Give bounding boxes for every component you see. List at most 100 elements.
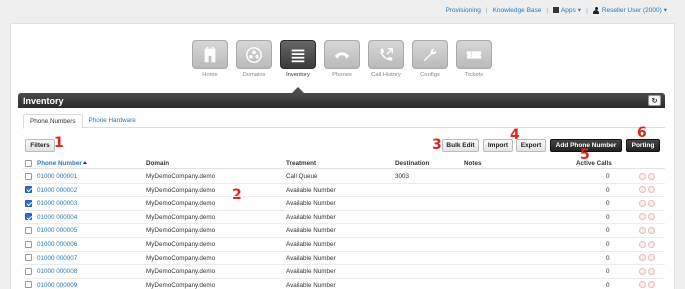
table-row[interactable]: 01000 000009 MyDemoCompany.demo Available … [23,279,665,289]
module-tiles: Home Domains Inventory Phones Call Histo… [192,40,492,78]
column-treatment[interactable]: Treatment [286,160,316,167]
annotation-3: 3 [432,137,442,153]
delete-icon[interactable] [648,240,655,248]
table-row[interactable]: 01000 000001 MyDemoCompany.demo Call Queue… [23,170,665,184]
tile-label: Tickets [464,72,484,78]
annotation-1: 1 [54,135,64,151]
apps-grid-icon [553,7,559,13]
table-row[interactable]: 01000 000007 MyDemoCompany.demo Available … [23,252,665,266]
table-row[interactable]: 01000 000004 MyDemoCompany.demo Available … [23,211,665,225]
column-notes[interactable]: Notes [464,160,482,167]
delete-icon[interactable] [648,267,655,275]
active-calls-cell: 0 [606,268,610,276]
phone-number-link[interactable]: 01000 000008 [37,268,77,275]
domain-cell: MyDemoCompany.demo [146,186,216,194]
row-checkbox[interactable] [25,254,32,262]
phone-icon [334,51,350,59]
phone-number-link[interactable]: 01000 000009 [37,282,77,289]
row-checkbox[interactable] [25,226,32,234]
row-actions [639,172,655,180]
import-button[interactable]: Import [483,139,513,152]
phone-number-link[interactable]: 01000 000002 [37,187,77,194]
active-calls-cell: 0 [606,173,610,180]
domain-cell: MyDemoCompany.demo [146,173,216,180]
phone-number-link[interactable]: 01000 000007 [37,255,77,262]
provisioning-link[interactable]: Provisioning [445,7,480,14]
phone-number-link[interactable]: 01000 000004 [37,214,77,221]
table-row[interactable]: 01000 000008 MyDemoCompany.demo Available … [23,265,665,279]
active-calls-cell: 0 [606,281,610,289]
domains-icon [246,46,262,63]
delete-icon[interactable] [648,254,655,262]
tile-call-history[interactable]: Call History [368,40,404,78]
domain-cell: MyDemoCompany.demo [146,254,216,262]
row-checkbox[interactable] [25,172,32,180]
row-checkbox[interactable] [25,281,32,289]
edit-icon[interactable] [639,226,646,234]
tile-tickets[interactable]: Tickets [456,40,492,78]
tab-phone-numbers[interactable]: Phone Numbers [23,114,83,129]
delete-icon[interactable] [648,213,655,221]
edit-icon[interactable] [639,213,646,221]
phone-number-link[interactable]: 01000 000005 [37,227,77,234]
tile-inventory[interactable]: Inventory [280,40,316,78]
knowledge-base-link[interactable]: Knowledge Base [493,7,542,14]
chevron-down-icon: ▾ [663,7,667,14]
user-icon [593,6,600,14]
refresh-button[interactable]: ↻ [648,95,661,106]
table-row[interactable]: 01000 000006 MyDemoCompany.demo Available … [23,238,665,252]
edit-icon[interactable] [639,267,646,275]
edit-icon[interactable] [639,199,646,207]
home-icon [204,46,216,62]
tile-phones[interactable]: Phones [324,40,360,78]
row-checkbox[interactable] [25,213,32,221]
delete-icon[interactable] [648,281,655,289]
row-checkbox[interactable] [25,199,32,207]
delete-icon[interactable] [648,172,655,180]
edit-icon[interactable] [639,254,646,262]
table-header: Phone Number Domain Treatment Destinatio… [23,157,665,169]
select-all-checkbox[interactable] [25,159,32,167]
column-phone-number[interactable]: Phone Number [37,160,87,167]
table-row[interactable]: 01000 000002 MyDemoCompany.demo Available … [23,184,665,198]
table-row[interactable]: 01000 000005 MyDemoCompany.demo Available … [23,224,665,238]
column-destination[interactable]: Destination [395,160,429,167]
row-actions [639,199,655,207]
tile-label: Inventory [286,72,310,78]
row-checkbox[interactable] [25,267,32,275]
nav-separator: | [485,6,488,14]
bulk-edit-button[interactable]: Bulk Edit [442,139,479,152]
table-row[interactable]: 01000 000003 MyDemoCompany.demo Available … [23,197,665,211]
user-menu[interactable]: Reseller User (2000) ▾ [593,6,667,14]
annotation-4: 4 [510,127,520,143]
tile-label: Phones [332,72,352,78]
row-actions [639,281,655,289]
export-button[interactable]: Export [516,139,546,152]
column-domain[interactable]: Domain [146,160,169,167]
phone-number-link[interactable]: 01000 000006 [37,241,77,248]
tab-phone-hardware[interactable]: Phone Hardware [83,114,142,127]
row-checkbox[interactable] [25,186,32,194]
edit-icon[interactable] [639,172,646,180]
edit-icon[interactable] [639,240,646,248]
edit-icon[interactable] [639,186,646,194]
edit-icon[interactable] [639,281,646,289]
tile-domains[interactable]: Domains [236,40,272,78]
row-checkbox[interactable] [25,240,32,248]
phone-number-link[interactable]: 01000 000001 [37,173,77,180]
column-active-calls[interactable]: Active Calls [576,160,612,167]
section-header: Inventory ↻ [18,93,665,108]
domain-cell: MyDemoCompany.demo [146,227,216,235]
tile-home[interactable]: Home [192,40,228,78]
delete-icon[interactable] [648,226,655,234]
delete-icon[interactable] [648,199,655,207]
filters-button[interactable]: Filters [25,139,55,152]
treatment-cell: Available Number [286,281,336,289]
tile-configs[interactable]: Configs [412,40,448,78]
treatment-cell: Available Number [286,227,336,235]
apps-menu[interactable]: Apps ▾ [553,6,581,14]
refresh-icon: ↻ [651,97,658,105]
delete-icon[interactable] [648,186,655,194]
phone-number-link[interactable]: 01000 000003 [37,200,77,207]
wrench-icon [423,48,437,61]
